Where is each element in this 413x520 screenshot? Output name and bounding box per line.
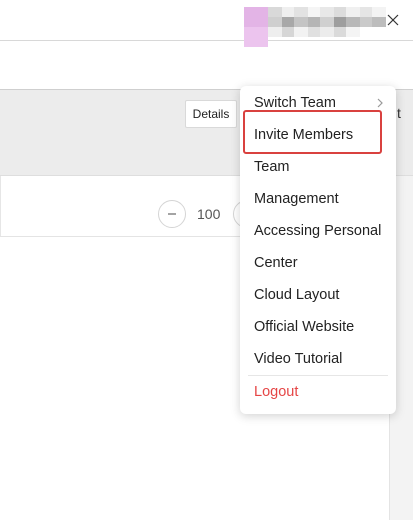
app-window: Details t 100 Switch Team Invite Members… <box>0 0 413 520</box>
zoom-out-button[interactable] <box>158 200 186 228</box>
menu-divider <box>248 375 388 376</box>
menu-item-official-website[interactable]: Official Website <box>240 312 396 342</box>
menu-item-center[interactable]: Center <box>240 248 396 278</box>
toolbar-partial-label: t <box>397 105 401 121</box>
details-button[interactable]: Details <box>185 100 237 128</box>
chevron-right-icon <box>377 98 383 108</box>
zoom-level: 100 <box>197 206 221 222</box>
menu-item-accessing-personal[interactable]: Accessing Personal <box>240 216 396 246</box>
avatar[interactable] <box>244 7 404 47</box>
minus-icon <box>168 213 176 215</box>
menu-item-switch-team[interactable]: Switch Team <box>240 88 396 118</box>
menu-item-management[interactable]: Management <box>240 184 396 214</box>
user-menu: Switch Team Invite Members Team Manageme… <box>240 86 396 414</box>
toolbar-row <box>0 40 413 90</box>
menu-item-invite-members[interactable]: Invite Members <box>240 120 396 150</box>
menu-item-team[interactable]: Team <box>240 152 396 182</box>
menu-item-video-tutorial[interactable]: Video Tutorial <box>240 344 396 374</box>
menu-item-label: Switch Team <box>254 95 336 111</box>
menu-item-cloud-layout[interactable]: Cloud Layout <box>240 280 396 310</box>
menu-item-logout[interactable]: Logout <box>240 377 396 407</box>
